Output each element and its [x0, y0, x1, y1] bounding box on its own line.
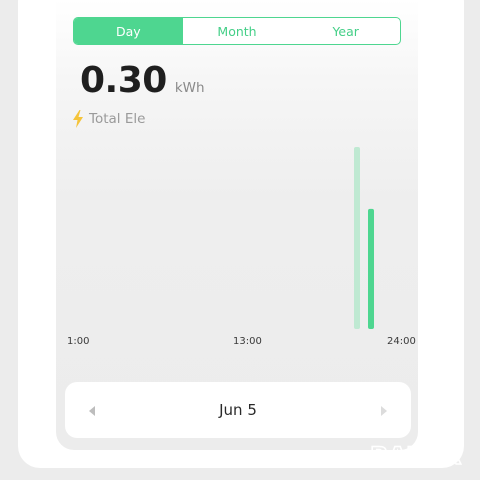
chart-bar-series1-0 — [368, 208, 374, 329]
x-tick-label-start: 1:00 — [67, 336, 90, 347]
x-tick-label-mid: 13:00 — [233, 336, 262, 347]
watermark-logo: BAZAR — [369, 441, 462, 470]
svg-text:BAZAR: BAZAR — [370, 442, 461, 470]
chart-bar-series0-0 — [354, 147, 360, 329]
app-screen: Day Month Year 0.30 kWh Total Ele 1:00 1… — [0, 0, 480, 480]
date-navigator: Jun 5 — [65, 382, 411, 438]
chevron-right-icon[interactable] — [377, 404, 391, 418]
x-tick-label-end: 24:00 — [387, 336, 416, 347]
current-date: Jun 5 — [219, 401, 257, 419]
